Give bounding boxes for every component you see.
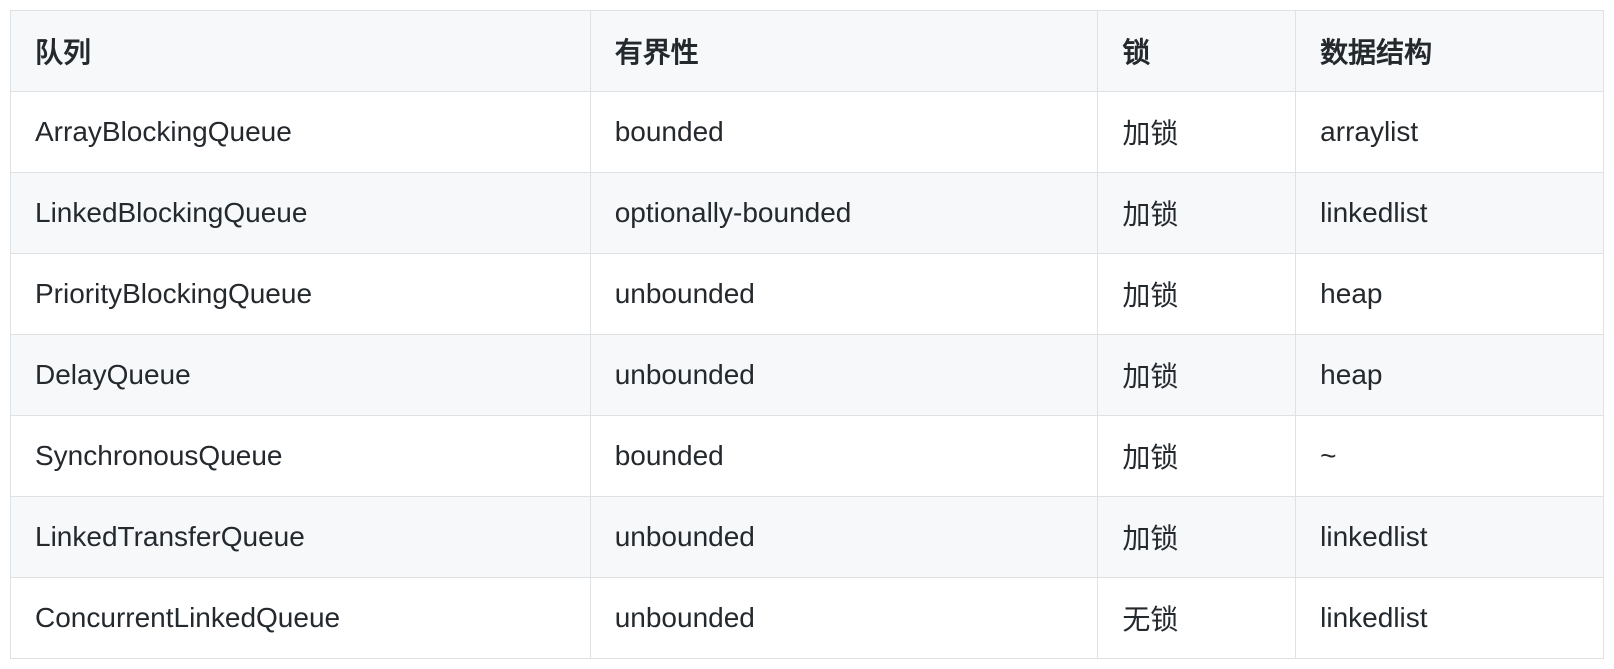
cell-datastructure: heap: [1296, 335, 1604, 416]
cell-queue: PriorityBlockingQueue: [11, 254, 591, 335]
cell-queue: SynchronousQueue: [11, 416, 591, 497]
cell-lock: 加锁: [1098, 416, 1296, 497]
cell-lock: 无锁: [1098, 578, 1296, 659]
cell-queue: ArrayBlockingQueue: [11, 92, 591, 173]
cell-lock: 加锁: [1098, 92, 1296, 173]
cell-boundedness: unbounded: [590, 578, 1098, 659]
cell-datastructure: heap: [1296, 254, 1604, 335]
table-row: LinkedTransferQueue unbounded 加锁 linkedl…: [11, 497, 1604, 578]
table-row: ArrayBlockingQueue bounded 加锁 arraylist: [11, 92, 1604, 173]
cell-lock: 加锁: [1098, 254, 1296, 335]
header-queue: 队列: [11, 11, 591, 92]
header-lock: 锁: [1098, 11, 1296, 92]
cell-lock: 加锁: [1098, 497, 1296, 578]
cell-datastructure: linkedlist: [1296, 578, 1604, 659]
cell-lock: 加锁: [1098, 173, 1296, 254]
header-datastructure: 数据结构: [1296, 11, 1604, 92]
cell-boundedness: bounded: [590, 92, 1098, 173]
cell-datastructure: linkedlist: [1296, 497, 1604, 578]
cell-datastructure: linkedlist: [1296, 173, 1604, 254]
cell-datastructure: arraylist: [1296, 92, 1604, 173]
cell-datastructure: ~: [1296, 416, 1604, 497]
cell-queue: LinkedBlockingQueue: [11, 173, 591, 254]
cell-queue: DelayQueue: [11, 335, 591, 416]
table-row: LinkedBlockingQueue optionally-bounded 加…: [11, 173, 1604, 254]
cell-boundedness: unbounded: [590, 497, 1098, 578]
table-header-row: 队列 有界性 锁 数据结构: [11, 11, 1604, 92]
table-row: ConcurrentLinkedQueue unbounded 无锁 linke…: [11, 578, 1604, 659]
cell-boundedness: optionally-bounded: [590, 173, 1098, 254]
table-row: DelayQueue unbounded 加锁 heap: [11, 335, 1604, 416]
cell-queue: ConcurrentLinkedQueue: [11, 578, 591, 659]
table-row: PriorityBlockingQueue unbounded 加锁 heap: [11, 254, 1604, 335]
cell-boundedness: unbounded: [590, 254, 1098, 335]
cell-boundedness: bounded: [590, 416, 1098, 497]
queues-comparison-table: 队列 有界性 锁 数据结构 ArrayBlockingQueue bounded…: [10, 10, 1604, 659]
table-row: SynchronousQueue bounded 加锁 ~: [11, 416, 1604, 497]
cell-queue: LinkedTransferQueue: [11, 497, 591, 578]
cell-boundedness: unbounded: [590, 335, 1098, 416]
cell-lock: 加锁: [1098, 335, 1296, 416]
header-boundedness: 有界性: [590, 11, 1098, 92]
